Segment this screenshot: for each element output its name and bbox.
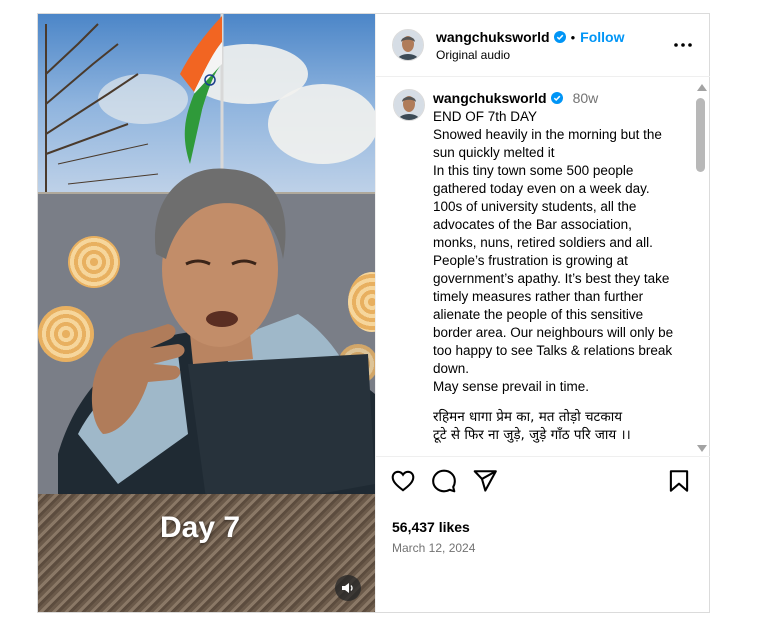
post-date[interactable]: March 12, 2024 <box>392 541 475 555</box>
hindi-couplet: रहिमन धागा प्रेम का, मत तोड़ो चटकाय टूटे… <box>433 409 631 443</box>
video-overlay-text: Day 7 <box>160 511 241 544</box>
post-video[interactable]: Day 7 <box>38 14 375 612</box>
bookmark-icon <box>669 470 689 492</box>
comment-button[interactable] <box>431 468 457 494</box>
post-dialog: Day 7 wangchuksworld • Follow Original a… <box>37 13 710 613</box>
post-caption: END OF 7th DAY Snowed heavily in the mor… <box>433 109 674 394</box>
header-user-line: wangchuksworld • Follow <box>436 29 624 45</box>
sound-toggle-button[interactable] <box>335 575 361 601</box>
verified-badge-icon <box>553 31 566 43</box>
follow-button[interactable]: Follow <box>580 29 624 45</box>
post-time[interactable]: 80w <box>573 90 599 106</box>
profile-picture <box>393 30 423 60</box>
verified-badge-icon <box>550 92 563 104</box>
audio-link[interactable]: Original audio <box>436 48 510 62</box>
post-side-panel: wangchuksworld • Follow Original audio w… <box>375 14 710 612</box>
scroll-thumb[interactable] <box>696 98 705 172</box>
speaker-icon <box>342 583 353 593</box>
separator-dot: • <box>570 29 576 45</box>
post-header: wangchuksworld • Follow Original audio <box>376 14 710 77</box>
share-icon <box>473 470 497 492</box>
likes-count[interactable]: 56,437 likes <box>392 519 470 535</box>
heart-icon <box>391 470 415 492</box>
share-button[interactable] <box>472 468 498 494</box>
scroll-down-arrow[interactable] <box>697 445 707 452</box>
scrollbar[interactable] <box>694 82 708 454</box>
save-button[interactable] <box>666 468 692 494</box>
username-link[interactable]: wangchuksworld <box>436 29 550 45</box>
more-options-icon <box>674 43 692 47</box>
scroll-up-arrow[interactable] <box>697 84 707 91</box>
more-options-button[interactable] <box>671 38 695 52</box>
post-actions: 56,437 likes March 12, 2024 <box>376 456 710 613</box>
avatar[interactable] <box>393 89 425 121</box>
avatar[interactable] <box>392 29 424 61</box>
caption-scroll-area[interactable]: wangchuksworld 80w END OF 7th DAY Snowed… <box>376 77 710 455</box>
profile-picture <box>394 90 424 120</box>
like-button[interactable] <box>390 468 416 494</box>
username-link[interactable]: wangchuksworld <box>433 90 547 106</box>
comment-icon <box>432 469 456 493</box>
caption-user-line: wangchuksworld 80w <box>433 90 598 106</box>
